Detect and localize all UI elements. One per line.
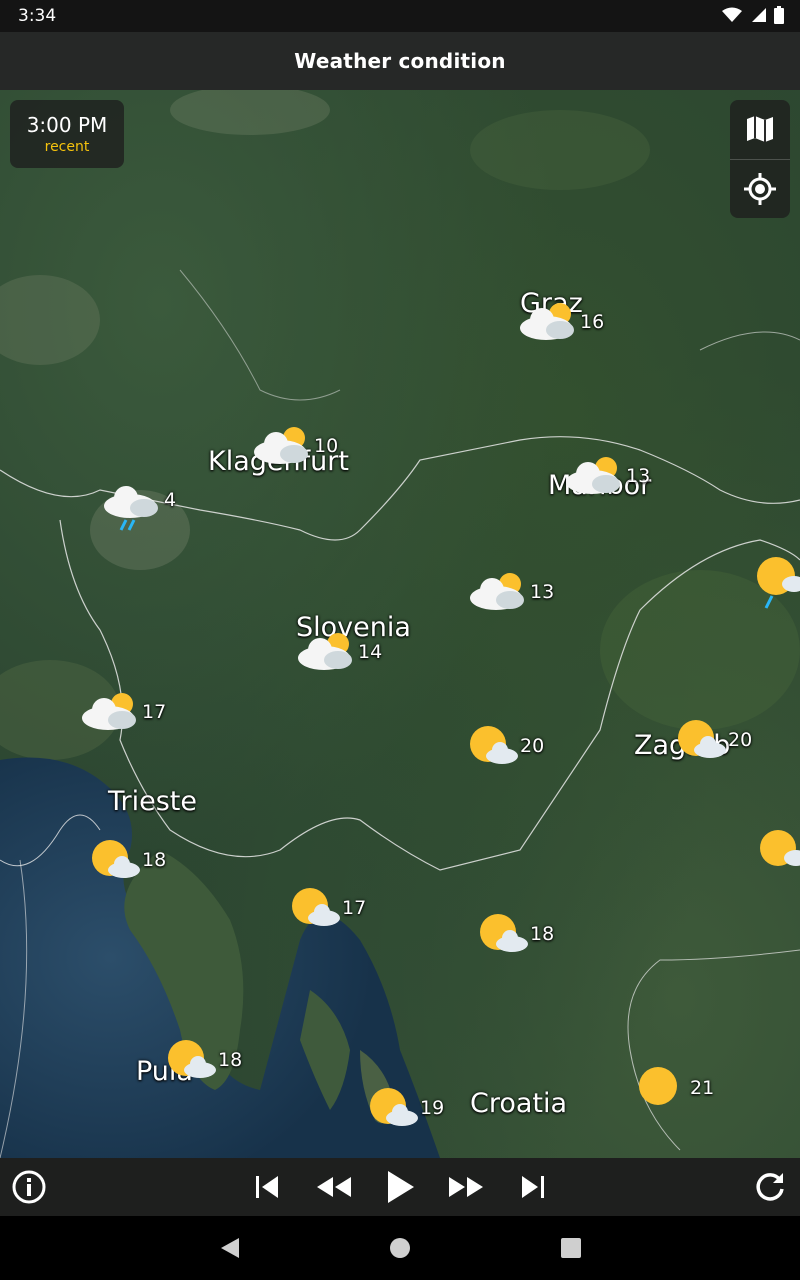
sun-cloud-icon: [480, 914, 528, 952]
partly-cloudy-icon: [566, 457, 620, 494]
weather-marker-maribor[interactable]: 13: [564, 454, 650, 498]
partly-cloudy-icon: [520, 303, 574, 340]
forecast-time-label: recent: [44, 139, 90, 155]
status-bar: 3:34: [0, 0, 800, 32]
status-time: 3:34: [18, 6, 57, 26]
marker-temp: 17: [342, 897, 367, 919]
marker-temp: 16: [580, 311, 605, 333]
marker-temp: 14: [358, 641, 383, 663]
sun-cloud-icon: [370, 1088, 418, 1126]
sun-cloud-icon: [168, 1040, 216, 1078]
home-icon: [390, 1238, 410, 1258]
info-button[interactable]: [9, 1167, 49, 1207]
nav-back-button[interactable]: [218, 1236, 242, 1260]
wifi-icon: [722, 7, 742, 22]
sun-cloud-icon: [92, 840, 140, 878]
partly-cloudy-icon: [298, 633, 352, 670]
skip-to-end-button[interactable]: [513, 1167, 553, 1207]
battery-icon: [774, 6, 784, 24]
weather-marker-slovenia[interactable]: 14: [296, 630, 382, 674]
sun-icon: [639, 1067, 677, 1105]
location-target-icon: [744, 172, 776, 205]
skip-to-start-button[interactable]: [247, 1167, 287, 1207]
info-icon: [12, 1170, 46, 1204]
page-title: Weather condition: [294, 49, 506, 73]
system-nav-bar: [0, 1216, 800, 1280]
refresh-icon: [756, 1173, 784, 1201]
place-label-trieste: Trieste: [108, 786, 198, 817]
marker-temp: 21: [690, 1077, 715, 1099]
playback-bar: [0, 1158, 800, 1216]
map-icon: [747, 116, 773, 143]
marker-temp: 20: [728, 729, 753, 751]
weather-marker-east-slovenia[interactable]: 13: [468, 570, 554, 614]
time-badge[interactable]: 3:00 PM recent: [10, 100, 124, 168]
weather-marker-karlovac[interactable]: 18: [476, 912, 554, 956]
rewind-button[interactable]: [314, 1167, 354, 1207]
weather-map[interactable]: Graz Klagenfurt Maribor Slovenia Zagreb …: [0, 90, 800, 1158]
marker-temp: 19: [420, 1097, 445, 1119]
nav-home-button[interactable]: [388, 1236, 412, 1260]
marker-temp: 13: [626, 465, 651, 487]
sun-cloud-icon: [292, 888, 340, 926]
weather-marker-rijeka[interactable]: 17: [288, 886, 366, 930]
rain-cloud-icon: [104, 486, 158, 531]
weather-marker-alps[interactable]: 4: [102, 480, 176, 534]
skip-next-icon: [522, 1176, 544, 1198]
status-icons: [722, 6, 784, 24]
weather-marker-islands[interactable]: 19: [366, 1086, 444, 1130]
play-button[interactable]: [380, 1167, 420, 1207]
marker-temp: 13: [530, 581, 555, 603]
rewind-icon: [317, 1177, 351, 1197]
signal-icon: [752, 8, 766, 22]
map-controls: [730, 100, 790, 218]
weather-marker-south-slovenia[interactable]: 20: [466, 724, 544, 768]
marker-temp: 4: [164, 489, 177, 511]
recents-icon: [561, 1238, 581, 1258]
weather-marker-zagreb[interactable]: 20: [674, 718, 752, 762]
weather-marker-pula[interactable]: 18: [164, 1038, 242, 1082]
my-location-button[interactable]: [730, 158, 790, 219]
map-layers-button[interactable]: [730, 100, 790, 159]
marker-temp: 18: [218, 1049, 243, 1071]
back-icon: [221, 1238, 239, 1258]
marker-temp: 18: [142, 849, 167, 871]
forecast-time: 3:00 PM: [26, 113, 108, 137]
marker-temp: 18: [530, 923, 555, 945]
partly-cloudy-icon: [470, 573, 524, 610]
weather-marker-trieste[interactable]: 18: [88, 838, 166, 882]
weather-marker-graz[interactable]: 16: [518, 300, 604, 344]
sun-cloud-icon: [678, 720, 726, 758]
sun-cloud-icon: [760, 830, 800, 866]
marker-temp: 20: [520, 735, 545, 757]
marker-temp: 10: [314, 435, 339, 457]
rain-sun-icon: [757, 557, 800, 609]
weather-marker-inland-croatia[interactable]: 21: [636, 1066, 714, 1110]
skip-previous-icon: [256, 1176, 278, 1198]
partly-cloudy-icon: [82, 693, 136, 730]
marker-temp: 17: [142, 701, 167, 723]
weather-marker-klagenfurt[interactable]: 10: [252, 424, 338, 468]
refresh-button[interactable]: [750, 1167, 790, 1207]
partly-cloudy-icon: [254, 427, 308, 464]
fast-forward-button[interactable]: [446, 1167, 486, 1207]
weather-marker-west-coast[interactable]: 17: [80, 690, 166, 734]
app-bar: Weather condition: [0, 32, 800, 90]
sun-cloud-icon: [470, 726, 518, 764]
play-icon: [388, 1171, 414, 1203]
place-label-croatia: Croatia: [470, 1088, 568, 1119]
fast-forward-icon: [449, 1177, 483, 1197]
nav-recents-button[interactable]: [559, 1236, 583, 1260]
